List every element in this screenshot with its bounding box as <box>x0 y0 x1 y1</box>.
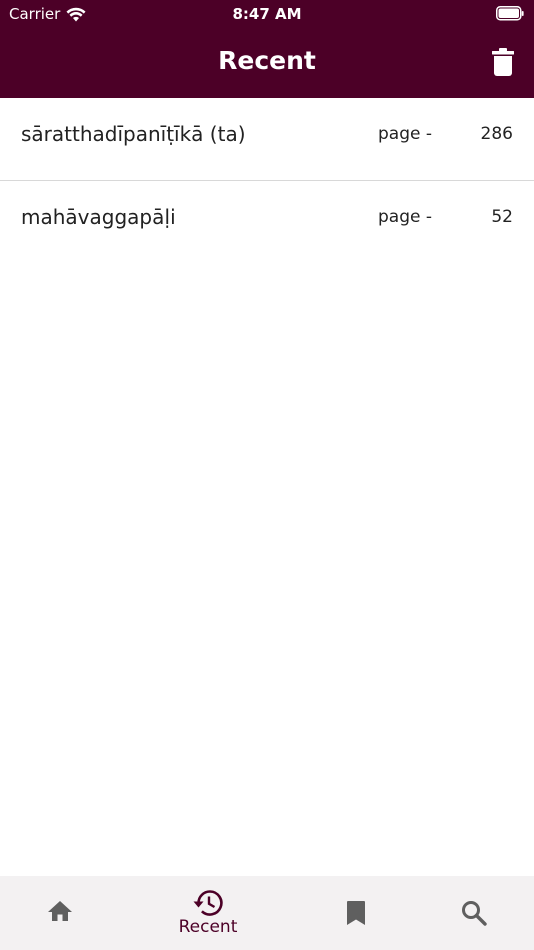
nav-recent-label: Recent <box>178 917 238 937</box>
list-item[interactable]: mahāvaggapāḷi page - 52 <box>0 181 534 264</box>
page-number: 286 <box>480 124 513 144</box>
page-label: page - <box>378 124 432 144</box>
trash-icon[interactable] <box>492 48 514 76</box>
bookmark-icon <box>347 901 365 925</box>
recent-list: sāratthadīpanīṭīkā (ta) page - 286 mahāv… <box>0 98 534 264</box>
page-label: page - <box>378 207 432 227</box>
clock: 8:47 AM <box>232 5 302 23</box>
top-bar: Carrier 8:47 AM Recent <box>0 0 534 98</box>
battery-icon <box>496 6 524 21</box>
history-icon <box>193 890 223 916</box>
book-title: sāratthadīpanīṭīkā (ta) <box>21 122 246 146</box>
page-title: Recent <box>218 46 316 75</box>
nav-search[interactable] <box>414 876 534 950</box>
book-title: mahāvaggapāḷi <box>21 205 176 229</box>
bottom-navigation: Recent <box>0 876 534 950</box>
page-number: 52 <box>491 207 513 227</box>
nav-recent[interactable]: Recent <box>148 876 268 950</box>
status-bar: Carrier 8:47 AM <box>0 0 534 28</box>
home-icon <box>48 901 72 921</box>
list-item[interactable]: sāratthadīpanīṭīkā (ta) page - 286 <box>0 98 534 181</box>
nav-home[interactable] <box>0 876 120 950</box>
nav-bookmarks[interactable] <box>296 876 416 950</box>
search-icon <box>462 901 487 926</box>
